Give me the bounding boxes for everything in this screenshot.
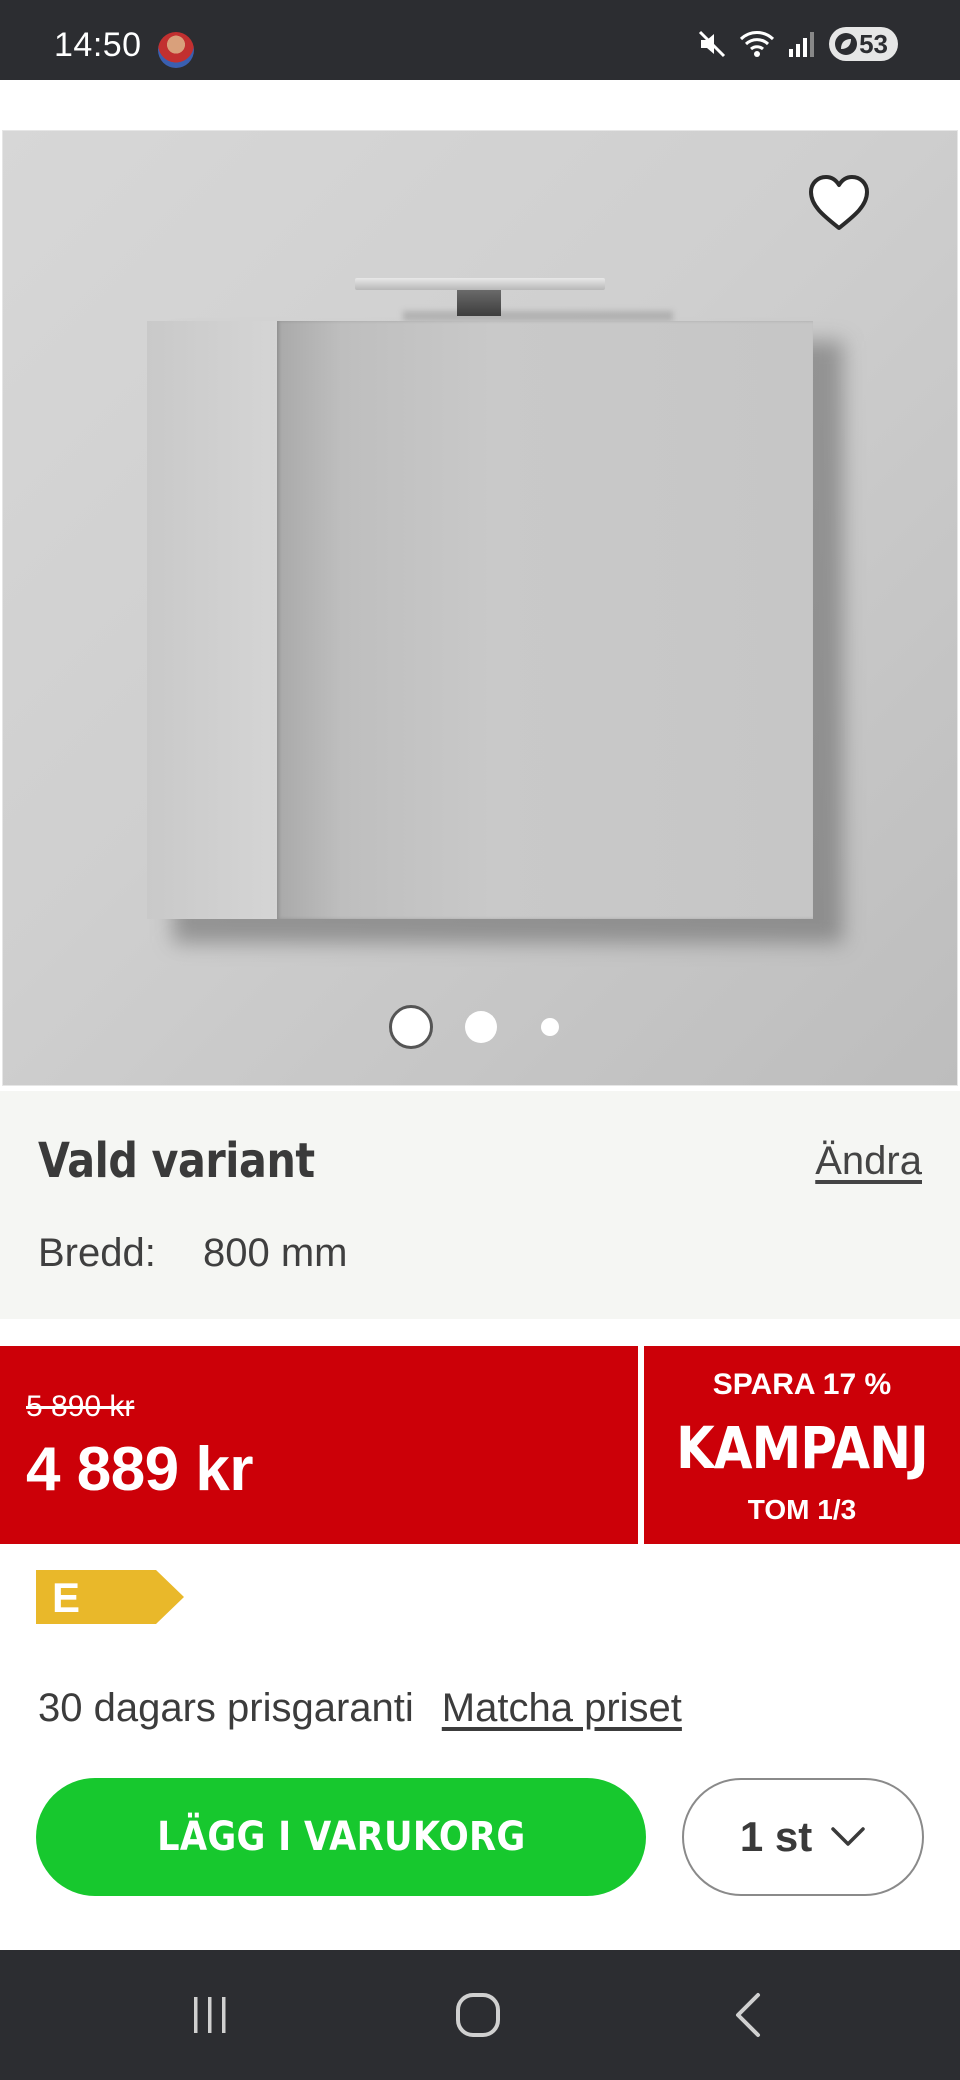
width-value: 800 mm [202, 1231, 348, 1275]
match-price-link[interactable]: Matcha priset [442, 1686, 682, 1731]
status-time: 14:50 [54, 26, 142, 64]
status-icons: 53 [697, 26, 898, 62]
carousel-dots [3, 1003, 957, 1049]
heart-icon [809, 175, 869, 230]
carousel-dot-1[interactable] [389, 1005, 433, 1049]
mute-icon [697, 29, 727, 59]
add-to-cart-button[interactable]: LÄGG I VARUKORG [36, 1778, 646, 1896]
campaign-badge: SPARA 17 % KAMPANJ TOM 1/3 [644, 1346, 960, 1544]
back-icon [736, 1993, 760, 2037]
battery-indicator: 53 [829, 27, 898, 61]
chevron-down-icon [831, 1827, 865, 1846]
variant-title: Vald variant [38, 1133, 315, 1189]
carousel-dot-2[interactable] [465, 1011, 497, 1043]
cabinet-side-panel [147, 321, 279, 919]
price-box: 5 890 kr 4 889 kr [0, 1346, 638, 1544]
home-icon [456, 1993, 500, 2037]
width-label: Bredd: [38, 1231, 156, 1275]
quantity-value: 1 st [739, 1813, 813, 1860]
price-guarantee-text: 30 dagars prisgaranti [38, 1686, 414, 1730]
battery-level: 53 [859, 28, 888, 59]
favorite-button[interactable] [803, 167, 875, 239]
energy-class: E [52, 1574, 81, 1621]
carousel-dot-3[interactable] [541, 1018, 559, 1036]
price-guarantee: 30 dagars prisgaranti Matcha priset [38, 1686, 682, 1731]
recent-apps-button[interactable] [150, 1950, 270, 2080]
home-button[interactable] [418, 1950, 538, 2080]
selected-variant-section: Vald variant Ändra Bredd: 800 mm [0, 1091, 960, 1319]
original-price: 5 890 kr [26, 1390, 135, 1423]
quantity-select[interactable]: 1 st [682, 1778, 924, 1896]
campaign-saving: SPARA 17 % [712, 1368, 892, 1401]
status-bar: 14:50 53 [0, 0, 960, 80]
energy-label[interactable]: E [36, 1570, 184, 1624]
signal-icon [787, 29, 817, 59]
campaign-end-date: TOM 1/3 [747, 1494, 857, 1525]
system-navigation-bar [0, 1950, 960, 2080]
variant-width-row: Bredd: 800 mm [38, 1231, 347, 1276]
notification-avatar-icon [158, 32, 194, 68]
product-image-carousel[interactable] [2, 130, 958, 1086]
lamp-bar [355, 278, 605, 290]
cabinet-mirror-door [277, 321, 813, 919]
add-to-cart-label: LÄGG I VARUKORG [156, 1814, 526, 1860]
battery-saver-icon [835, 33, 858, 55]
lamp-shadow [403, 311, 673, 321]
campaign-label: KAMPANJ [676, 1414, 929, 1482]
back-button[interactable] [688, 1950, 808, 2080]
wifi-icon [739, 29, 775, 59]
current-price: 4 889 kr [26, 1435, 254, 1504]
recent-apps-icon [194, 1997, 226, 2033]
lamp-bracket [457, 290, 501, 316]
change-variant-link[interactable]: Ändra [815, 1139, 922, 1184]
